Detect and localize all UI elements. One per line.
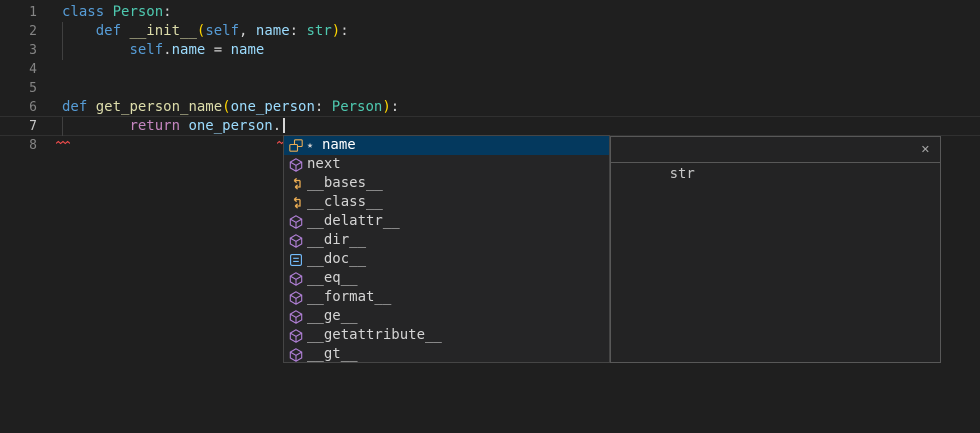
suggestion-item[interactable]: next	[284, 155, 609, 174]
suggestion-item[interactable]: __getattribute__	[284, 326, 609, 345]
code-token	[62, 118, 129, 134]
code-token: one_person	[231, 99, 315, 115]
line-number: 5	[0, 79, 37, 98]
code-token: :	[315, 99, 332, 115]
suggestion-item[interactable]: __gt__	[284, 345, 609, 363]
code-token: )	[332, 23, 340, 39]
line-number: 1	[0, 3, 37, 22]
suggestion-item[interactable]: __format__	[284, 288, 609, 307]
code-line[interactable]: return one_person.	[62, 117, 281, 136]
line-number: 6	[0, 98, 37, 117]
code-token: :	[391, 99, 399, 115]
suggestion-label: __ge__	[307, 307, 358, 326]
suggestion-item[interactable]: __doc__	[284, 250, 609, 269]
code-token: get_person_name	[96, 99, 222, 115]
code-token	[104, 4, 112, 20]
suggestion-label: __eq__	[307, 269, 358, 288]
code-token: ,	[239, 23, 256, 39]
code-token	[87, 99, 95, 115]
method-kind-icon	[288, 157, 304, 173]
code-token: :	[163, 4, 171, 20]
suggestion-item[interactable]: __class__	[284, 193, 609, 212]
method-kind-icon	[288, 214, 304, 230]
line-number: 7	[0, 117, 37, 136]
class-kind-icon	[288, 195, 304, 211]
suggestion-details-panel: str ✕	[610, 136, 941, 363]
details-header: str ✕	[611, 137, 940, 163]
method-kind-icon	[288, 290, 304, 306]
suggestion-label: __bases__	[307, 174, 383, 193]
method-kind-icon	[288, 309, 304, 325]
suggestion-item[interactable]: __bases__	[284, 174, 609, 193]
code-token: :	[340, 23, 348, 39]
field-kind-icon	[288, 138, 304, 154]
class-kind-icon	[288, 176, 304, 192]
code-token: str	[306, 23, 331, 39]
code-token: class	[62, 4, 104, 20]
suggestion-label: __dir__	[307, 231, 366, 250]
code-token: Person	[332, 99, 383, 115]
code-line[interactable]: class Person:	[62, 3, 172, 22]
code-token: .	[163, 42, 171, 58]
method-kind-icon	[288, 233, 304, 249]
suggestion-label: next	[307, 155, 341, 174]
code-token: one_person	[188, 118, 272, 134]
code-token: def	[96, 23, 121, 39]
code-token: def	[62, 99, 87, 115]
code-line[interactable]: self.name = name	[62, 41, 264, 60]
code-token: )	[382, 99, 390, 115]
suggestion-item[interactable]: __delattr__	[284, 212, 609, 231]
error-squiggle	[56, 130, 70, 135]
line-number: 4	[0, 60, 37, 79]
code-line[interactable]: def __init__(self, name: str):	[62, 22, 349, 41]
code-token: name	[256, 23, 290, 39]
suggestion-label: name	[322, 136, 356, 155]
suggestion-item[interactable]: __dir__	[284, 231, 609, 250]
autocomplete-dropdown[interactable]: ★namenext__bases____class____delattr____…	[283, 135, 610, 363]
method-kind-icon	[288, 347, 304, 363]
doc-kind-icon	[288, 252, 304, 268]
suggestion-label: __format__	[307, 288, 391, 307]
line-number: 3	[0, 41, 37, 60]
code-token: name	[172, 42, 206, 58]
code-token: self	[129, 42, 163, 58]
suggestion-item[interactable]: __eq__	[284, 269, 609, 288]
suggestion-item[interactable]: __ge__	[284, 307, 609, 326]
intellicode-star-icon: ★	[307, 136, 317, 155]
method-kind-icon	[288, 271, 304, 287]
code-token	[62, 42, 129, 58]
method-kind-icon	[288, 328, 304, 344]
details-signature: str	[670, 166, 695, 182]
code-token: (	[222, 99, 230, 115]
suggestion-label: __delattr__	[307, 212, 400, 231]
suggestion-label: __doc__	[307, 250, 366, 269]
suggestion-item[interactable]: ★ name	[284, 136, 609, 155]
code-token: __init__	[129, 23, 196, 39]
suggestion-label: __getattribute__	[307, 326, 442, 345]
close-icon[interactable]: ✕	[921, 137, 930, 162]
code-token: :	[290, 23, 307, 39]
code-token: return	[129, 118, 180, 134]
code-editor[interactable]: 12345678 class Person: def __init__(self…	[0, 0, 980, 433]
suggestion-label: __gt__	[307, 345, 358, 363]
code-token: self	[205, 23, 239, 39]
code-token: Person	[113, 4, 164, 20]
line-number: 2	[0, 22, 37, 41]
code-token: =	[205, 42, 230, 58]
line-number: 8	[0, 136, 37, 155]
text-cursor	[283, 118, 285, 133]
code-token	[62, 23, 96, 39]
code-line[interactable]: def get_person_name(one_person: Person):	[62, 98, 399, 117]
suggestion-label: __class__	[307, 193, 383, 212]
code-token: name	[231, 42, 265, 58]
